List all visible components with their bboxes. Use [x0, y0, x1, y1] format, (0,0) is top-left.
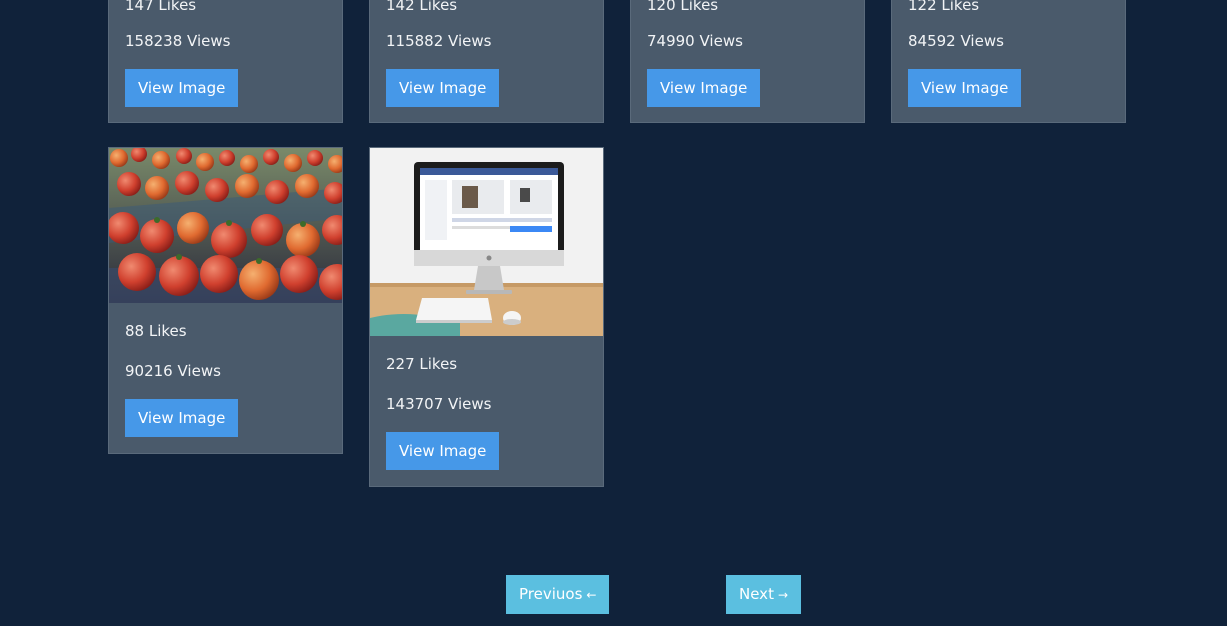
image-card: 142 Likes 115882 Views View Image	[369, 0, 604, 123]
gallery-page: 147 Likes 158238 Views View Image 142 Li…	[0, 0, 1227, 626]
image-card: 120 Likes 74990 Views View Image	[630, 0, 865, 123]
views-count: 115882 Views	[386, 32, 492, 50]
next-label: Next	[739, 585, 774, 603]
tomatoes-image	[109, 148, 342, 303]
view-image-button[interactable]: View Image	[386, 69, 500, 107]
view-image-button[interactable]: View Image	[386, 432, 500, 470]
view-image-button[interactable]: View Image	[125, 69, 239, 107]
arrow-left-icon: ←	[586, 588, 597, 602]
image-card: 227 Likes 143707 Views View Image	[369, 147, 604, 487]
view-image-button[interactable]: View Image	[125, 399, 239, 437]
views-count: 74990 Views	[647, 32, 743, 50]
image-card: 88 Likes 90216 Views View Image	[108, 147, 343, 454]
likes-count: 120 Likes	[647, 0, 719, 14]
previous-label: Previuos	[519, 585, 583, 603]
likes-count: 147 Likes	[125, 0, 197, 14]
view-image-button[interactable]: View Image	[647, 69, 761, 107]
tomatoes-photo[interactable]	[109, 148, 342, 303]
computer-desk-image	[370, 148, 603, 336]
image-card: 122 Likes 84592 Views View Image	[891, 0, 1126, 123]
view-image-button[interactable]: View Image	[908, 69, 1022, 107]
likes-count: 122 Likes	[908, 0, 980, 14]
computer-desk-photo[interactable]	[370, 148, 603, 336]
arrow-right-icon: →	[777, 588, 789, 602]
views-count: 143707 Views	[386, 395, 492, 413]
likes-count: 88 Likes	[125, 322, 187, 340]
views-count: 158238 Views	[125, 32, 231, 50]
likes-count: 227 Likes	[386, 355, 458, 373]
next-page-button[interactable]: Next →	[726, 575, 802, 614]
views-count: 90216 Views	[125, 362, 221, 380]
image-card: 147 Likes 158238 Views View Image	[108, 0, 343, 123]
likes-count: 142 Likes	[386, 0, 458, 14]
views-count: 84592 Views	[908, 32, 1004, 50]
previous-page-button[interactable]: Previuos ←	[506, 575, 610, 614]
